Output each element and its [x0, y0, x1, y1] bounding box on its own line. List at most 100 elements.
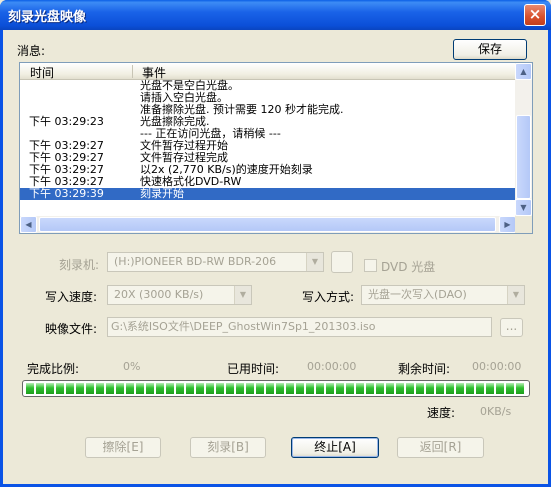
scroll-right-icon[interactable]: ▶ — [499, 216, 516, 233]
write-speed-label: 写入速度: — [45, 290, 98, 304]
elapsed-value: 00:00:00 — [307, 360, 357, 373]
progress-segment — [176, 383, 184, 394]
erase-button[interactable]: 擦除[E] — [85, 437, 161, 458]
progress-segment — [126, 383, 134, 394]
scroll-left-icon[interactable]: ◀ — [20, 216, 37, 233]
progress-segment — [366, 383, 374, 394]
progress-segment — [426, 383, 434, 394]
progress-segment — [116, 383, 124, 394]
progress-segment — [376, 383, 384, 394]
chevron-down-icon[interactable]: ▼ — [234, 286, 251, 304]
progress-segment — [456, 383, 464, 394]
progress-segment — [336, 383, 344, 394]
speed-label: 速度: — [427, 406, 456, 420]
list-item[interactable]: 下午 03:29:39 刻录开始 — [20, 188, 516, 200]
browse-button[interactable]: ... — [500, 318, 523, 337]
progress-segment — [26, 383, 34, 394]
hscroll-thumb[interactable] — [39, 217, 496, 232]
vertical-scrollbar[interactable]: ▲ ▼ — [515, 63, 532, 216]
dialog-body: 消息: 保存 时间 事件 光盘不是空白光盘。 请插入空白光盘。 准备擦除光盘. 预计… — [3, 30, 548, 484]
scroll-thumb[interactable] — [516, 115, 531, 199]
remaining-label: 剩余时间: — [398, 362, 451, 376]
progress-fill — [26, 383, 526, 394]
progress-segment — [296, 383, 304, 394]
progress-segment — [36, 383, 44, 394]
progress-segment — [186, 383, 194, 394]
horizontal-scrollbar[interactable]: ◀ ▶ — [20, 216, 516, 233]
progress-segment — [246, 383, 254, 394]
title-bar[interactable]: 刻录光盘映像 × — [0, 0, 551, 30]
progress-segment — [206, 383, 214, 394]
progress-segment — [86, 383, 94, 394]
progress-segment — [416, 383, 424, 394]
message-list[interactable]: 时间 事件 光盘不是空白光盘。 请插入空白光盘。 准备擦除光盘. 预计需要 120 … — [19, 62, 533, 234]
burner-select[interactable]: (H:)PIONEER BD-RW BDR-206 ▼ — [107, 252, 324, 272]
write-mode-label: 写入方式: — [302, 290, 355, 304]
remaining-value: 00:00:00 — [472, 360, 522, 373]
write-speed-value: 20X (3000 KB/s) — [114, 288, 204, 301]
row-event: 刻录开始 — [140, 187, 184, 200]
progress-segment — [466, 383, 474, 394]
progress-segment — [396, 383, 404, 394]
progress-segment — [146, 383, 154, 394]
progress-segment — [476, 383, 484, 394]
progress-segment — [326, 383, 334, 394]
complete-value: 0% — [123, 360, 141, 373]
write-speed-select[interactable]: 20X (3000 KB/s) ▼ — [107, 285, 252, 305]
column-header-time[interactable]: 时间 — [30, 64, 54, 81]
progress-segment — [506, 383, 514, 394]
eject-button[interactable] — [331, 251, 353, 273]
progress-segment — [226, 383, 234, 394]
burner-label: 刻录机: — [59, 258, 100, 272]
elapsed-label: 已用时间: — [227, 362, 280, 376]
progress-segment — [256, 383, 264, 394]
progress-segment — [486, 383, 494, 394]
chevron-down-icon[interactable]: ▼ — [507, 286, 524, 304]
progress-segment — [516, 383, 524, 394]
burn-image-window: 刻录光盘映像 × 消息: 保存 时间 事件 光盘不是空白光盘。 请插入空白光盘。准… — [0, 0, 551, 487]
progress-segment — [136, 383, 144, 394]
image-file-label: 映像文件: — [45, 322, 98, 336]
window-title: 刻录光盘映像 — [8, 10, 87, 25]
progress-segment — [306, 383, 314, 394]
stop-button[interactable]: 终止[A] — [291, 437, 379, 458]
message-rows: 光盘不是空白光盘。 请插入空白光盘。 准备擦除光盘. 预计需要 120 秒才能完成.… — [20, 80, 516, 200]
dvd-checkbox[interactable] — [364, 259, 377, 272]
close-icon[interactable]: × — [524, 4, 546, 26]
save-button[interactable]: 保存 — [453, 39, 527, 60]
write-mode-select[interactable]: 光盘一次写入(DAO) ▼ — [361, 285, 525, 305]
progress-segment — [386, 383, 394, 394]
progress-segment — [56, 383, 64, 394]
progress-segment — [276, 383, 284, 394]
progress-segment — [286, 383, 294, 394]
progress-bar — [22, 380, 530, 397]
column-divider[interactable] — [132, 65, 133, 78]
progress-segment — [406, 383, 414, 394]
chevron-down-icon[interactable]: ▼ — [306, 253, 323, 271]
speed-value: 0KB/s — [480, 405, 512, 418]
row-time: 下午 03:29:23 — [29, 115, 104, 128]
progress-segment — [356, 383, 364, 394]
progress-segment — [446, 383, 454, 394]
scroll-down-icon[interactable]: ▼ — [515, 199, 532, 216]
complete-label: 完成比例: — [27, 362, 80, 376]
progress-segment — [166, 383, 174, 394]
write-mode-value: 光盘一次写入(DAO) — [368, 288, 467, 301]
dvd-checkbox-label: DVD 光盘 — [381, 260, 436, 274]
progress-segment — [496, 383, 504, 394]
progress-segment — [76, 383, 84, 394]
messages-label: 消息: — [17, 44, 46, 58]
scroll-corner — [515, 216, 532, 233]
burn-button[interactable]: 刻录[B] — [190, 437, 266, 458]
back-button[interactable]: 返回[R] — [397, 437, 484, 458]
progress-segment — [266, 383, 274, 394]
list-item[interactable]: 光盘不是空白光盘。 — [20, 80, 516, 92]
progress-segment — [156, 383, 164, 394]
row-time: 下午 03:29:39 — [29, 187, 104, 200]
progress-segment — [346, 383, 354, 394]
progress-segment — [66, 383, 74, 394]
scroll-up-icon[interactable]: ▲ — [515, 63, 532, 80]
progress-segment — [216, 383, 224, 394]
progress-segment — [96, 383, 104, 394]
image-file-input[interactable]: G:\系统ISO文件\DEEP_GhostWin7Sp1_201303.iso — [107, 317, 492, 337]
